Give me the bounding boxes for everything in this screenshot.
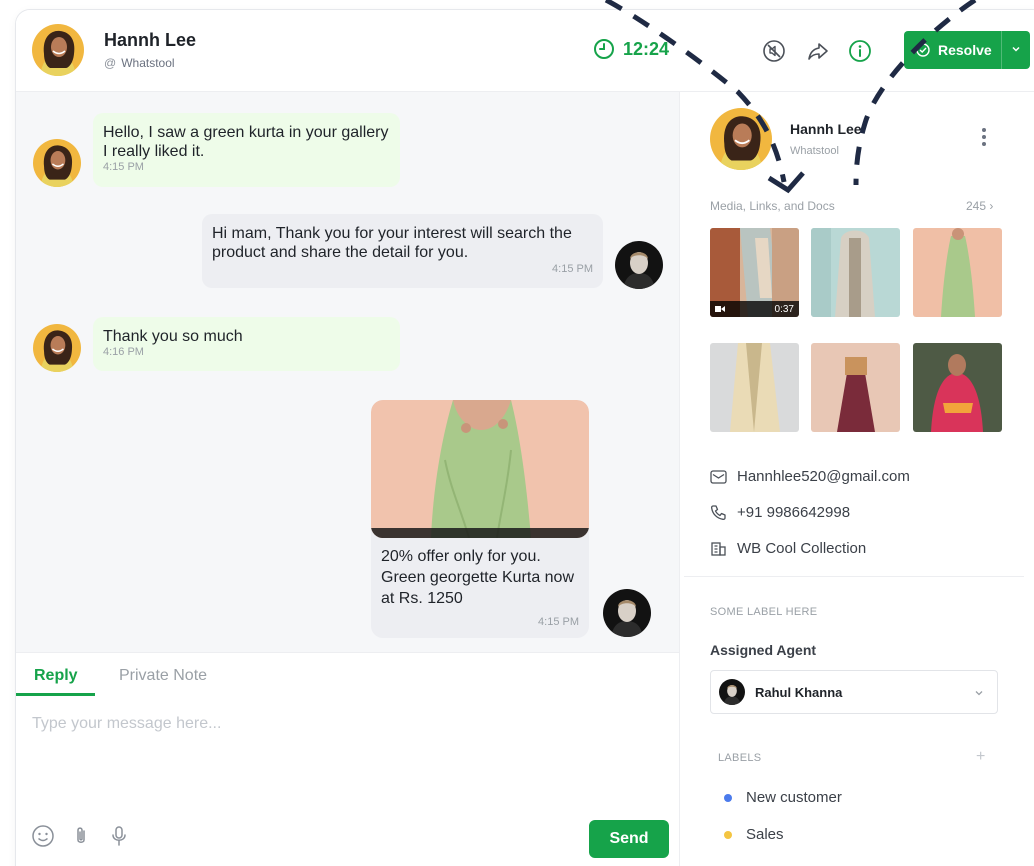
- resolve-divider: [1001, 31, 1002, 69]
- label-name: New customer: [746, 789, 842, 806]
- message-time: 4:15 PM: [103, 161, 144, 173]
- panel-contact-name: Hannh Lee: [790, 121, 862, 137]
- contact-phone[interactable]: +91 9986642998: [710, 504, 850, 521]
- section-label: SOME LABEL HERE: [710, 606, 818, 618]
- assigned-agent-select[interactable]: Rahul Khanna: [710, 670, 998, 714]
- message-time: 4:15 PM: [552, 263, 593, 275]
- chevron-down-icon[interactable]: [1010, 43, 1022, 55]
- chat-app-window: Hannh Lee @ Whatstool 12:24 Resolve Hell…: [16, 10, 1034, 866]
- contact-company: WB Cool Collection: [710, 540, 866, 557]
- video-icon: [715, 306, 725, 312]
- message-text: Hi mam, Thank you for your interest will…: [212, 225, 572, 261]
- media-thumbnail[interactable]: [811, 228, 900, 317]
- agent-avatar: [719, 679, 745, 705]
- at-icon: @: [104, 56, 117, 70]
- mute-icon[interactable]: [761, 38, 787, 64]
- message-text: Hello, I saw a green kurta in your galle…: [103, 124, 389, 160]
- more-vertical-icon[interactable]: [976, 128, 992, 152]
- media-section-title: Media, Links, and Docs: [710, 199, 835, 213]
- message-thread[interactable]: Hello, I saw a green kurta in your galle…: [16, 92, 680, 652]
- plus-icon[interactable]: +: [976, 748, 985, 766]
- media-thumbnail[interactable]: [811, 343, 900, 432]
- label-chip[interactable]: Sales: [724, 826, 784, 843]
- agent-avatar: [615, 241, 663, 289]
- panel-divider: [684, 576, 1024, 577]
- video-duration: 0:37: [774, 303, 794, 315]
- assigned-agent-title: Assigned Agent: [710, 642, 817, 658]
- panel-contact-channel: Whatstool: [790, 145, 839, 157]
- label-name: Sales: [746, 826, 784, 843]
- phone-value: +91 9986642998: [737, 504, 851, 521]
- emoji-icon[interactable]: [30, 823, 56, 849]
- paperclip-icon[interactable]: [68, 823, 94, 849]
- media-thumbnail[interactable]: [913, 228, 1002, 317]
- message-time: 4:16 PM: [103, 346, 144, 358]
- microphone-icon[interactable]: [106, 823, 132, 849]
- contact-channel-label: Whatstool: [121, 56, 175, 70]
- message-input[interactable]: [32, 715, 652, 805]
- contact-channel: @ Whatstool: [104, 56, 175, 70]
- timer-value: 12:24: [623, 38, 670, 59]
- media-thumbnail[interactable]: [710, 343, 799, 432]
- conversation-header: Hannh Lee @ Whatstool 12:24 Resolve: [16, 10, 1034, 92]
- contact-avatar: [33, 139, 81, 187]
- email-value: Hannhlee520@gmail.com: [737, 468, 910, 485]
- image-caption: 20% offer only for you. Green georgette …: [381, 548, 575, 607]
- contact-email[interactable]: Hannhlee520@gmail.com: [710, 468, 910, 485]
- reply-composer: Reply Private Note Send: [16, 652, 680, 866]
- media-thumbnail-video[interactable]: 0:37: [710, 228, 799, 317]
- outgoing-image-message[interactable]: 20% offer only for you. Green georgette …: [371, 400, 589, 638]
- incoming-message: Thank you so much 4:16 PM: [93, 317, 400, 371]
- resolve-button[interactable]: Resolve: [904, 31, 1030, 69]
- check-circle-icon: [916, 43, 930, 57]
- send-button[interactable]: Send: [589, 820, 669, 858]
- label-color-dot: [724, 793, 732, 802]
- clock-icon: [594, 39, 614, 59]
- info-icon[interactable]: [847, 38, 873, 64]
- outgoing-message: Hi mam, Thank you for your interest will…: [202, 214, 603, 288]
- conversation-timer: 12:24: [593, 38, 669, 60]
- contact-avatar[interactable]: [32, 24, 84, 76]
- tab-private-note[interactable]: Private Note: [119, 667, 207, 685]
- agent-avatar: [603, 589, 651, 637]
- agent-name: Rahul Khanna: [755, 684, 843, 700]
- product-photo[interactable]: [371, 400, 589, 538]
- active-tab-indicator: [16, 693, 95, 696]
- contact-name: Hannh Lee: [104, 30, 197, 50]
- label-chip[interactable]: New customer: [724, 789, 842, 806]
- message-time: 4:15 PM: [538, 616, 579, 628]
- video-bar: 0:37: [710, 301, 799, 317]
- phone-icon: [711, 505, 726, 520]
- tab-reply[interactable]: Reply: [34, 667, 78, 685]
- share-icon[interactable]: [805, 38, 831, 64]
- incoming-message: Hello, I saw a green kurta in your galle…: [93, 113, 400, 187]
- contact-avatar: [33, 324, 81, 372]
- chevron-down-icon: [975, 691, 983, 696]
- building-icon: [711, 542, 726, 556]
- message-text: Thank you so much: [103, 328, 243, 345]
- media-count-link[interactable]: 245 ›: [966, 199, 993, 213]
- mail-icon: [710, 469, 727, 484]
- label-color-dot: [724, 830, 732, 839]
- company-value: WB Cool Collection: [737, 540, 867, 557]
- media-thumbnail[interactable]: [913, 343, 1002, 432]
- contact-avatar: [710, 108, 772, 170]
- contact-details-panel: Hannh Lee Whatstool Media, Links, and Do…: [680, 92, 1034, 866]
- resolve-label: Resolve: [938, 42, 992, 58]
- labels-title: LABELS: [718, 752, 762, 764]
